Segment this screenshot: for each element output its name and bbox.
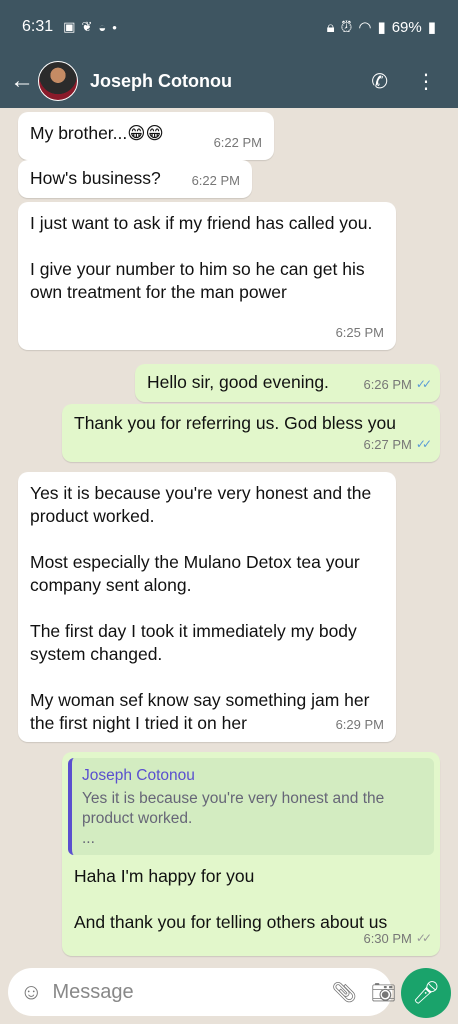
message-timestamp: 6:27 PM (363, 437, 412, 452)
message-bubble[interactable]: I just want to ask if my friend has call… (18, 202, 396, 350)
signal-icon: ▮ (377, 19, 386, 36)
message-time: 6:29 PM (336, 713, 384, 736)
status-time: 6:31 (22, 18, 54, 35)
emoji-icon[interactable]: ☺ (20, 979, 42, 1005)
back-arrow-icon[interactable]: ← (10, 67, 34, 95)
message-bubble[interactable]: How's business? 6:22 PM (18, 160, 252, 198)
message-time: 6:22 PM (192, 169, 240, 192)
message-bubble[interactable]: Thank you for referring us. God bless yo… (62, 404, 440, 462)
message-time: 6:30 PM ✓✓ (363, 927, 432, 950)
dot-icon: • (112, 19, 117, 35)
contact-name[interactable]: Joseph Cotonou (90, 71, 232, 92)
alarm-icon: ⏰︎ (340, 18, 353, 36)
status-bar: 6:31 ▣ ❦ ◒ • 🔒︎ ⏰︎ ◠ ▮ 69% ▮ (0, 0, 458, 54)
message-text: Yes it is because you're very honest and… (30, 483, 372, 733)
message-bubble[interactable]: Yes it is because you're very honest and… (18, 472, 396, 742)
message-bubble[interactable]: Joseph Cotonou Yes it is because you're … (62, 752, 440, 956)
app-icon: ◒ (98, 19, 107, 35)
quoted-sender: Joseph Cotonou (82, 767, 195, 784)
gallery-icon: ▣ (63, 19, 76, 34)
leaf-icon: ❦ (81, 19, 93, 34)
message-time: 6:27 PM ✓✓ (363, 433, 432, 456)
quoted-text: Yes it is because you're very honest and… (82, 790, 385, 847)
notification-icons: ▣ ❦ ◒ • (63, 19, 117, 35)
voice-message-button[interactable]: 🎤︎ (401, 968, 451, 1018)
message-timestamp: 6:22 PM (213, 135, 262, 150)
battery-level: 69% (391, 18, 422, 36)
add-call-icon[interactable]: ✆ (371, 69, 388, 94)
chat-header: ← Joseph Cotonou ✆ ⋮ (0, 54, 458, 108)
quoted-message[interactable]: Joseph Cotonou Yes it is because you're … (68, 758, 434, 855)
top-bar: 6:31 ▣ ❦ ◒ • 🔒︎ ⏰︎ ◠ ▮ 69% ▮ ← Joseph Co… (0, 0, 458, 108)
message-time: 6:22 PM (214, 131, 262, 154)
wifi-icon: ◠ (358, 19, 372, 36)
read-ticks-icon: ✓✓ (415, 437, 432, 451)
message-timestamp: 6:30 PM (363, 931, 412, 946)
message-text: I just want to ask if my friend has call… (30, 213, 373, 302)
message-time: 6:25 PM (336, 321, 384, 344)
camera-icon[interactable]: 📷︎ (371, 980, 396, 1005)
more-options-icon[interactable]: ⋮ (416, 69, 436, 94)
message-timestamp: 6:22 PM (191, 173, 240, 188)
message-timestamp: 6:26 PM (363, 377, 412, 392)
lock-icon: 🔒︎ (326, 18, 335, 36)
message-text: Thank you for referring us. God bless yo… (74, 413, 396, 433)
status-right: 🔒︎ ⏰︎ ◠ ▮ 69% ▮ (326, 18, 436, 37)
message-field-container: ☺ 📎︎ 📷︎ (8, 968, 396, 1016)
microphone-icon: 🎤︎ (412, 980, 440, 1005)
chat-area[interactable]: My brother...😁😁 6:22 PM How's business? … (0, 108, 458, 962)
delivered-ticks-icon: ✓✓ (415, 931, 432, 945)
message-timestamp: 6:29 PM (335, 717, 384, 732)
message-time: 6:26 PM ✓✓ (363, 373, 432, 396)
message-bubble[interactable]: My brother...😁😁 6:22 PM (18, 112, 274, 160)
input-bar: ☺ 📎︎ 📷︎ 🎤︎ (0, 962, 458, 1024)
battery-icon: ▮ (427, 19, 436, 36)
attach-icon[interactable]: 📎︎ (331, 980, 356, 1005)
read-ticks-icon: ✓✓ (415, 377, 432, 391)
message-text: Haha I'm happy for you And thank you for… (74, 866, 388, 932)
message-input[interactable] (52, 980, 318, 1004)
message-timestamp: 6:25 PM (335, 325, 384, 340)
avatar[interactable] (38, 61, 78, 101)
message-bubble[interactable]: Hello sir, good evening. 6:26 PM ✓✓ (135, 364, 440, 402)
